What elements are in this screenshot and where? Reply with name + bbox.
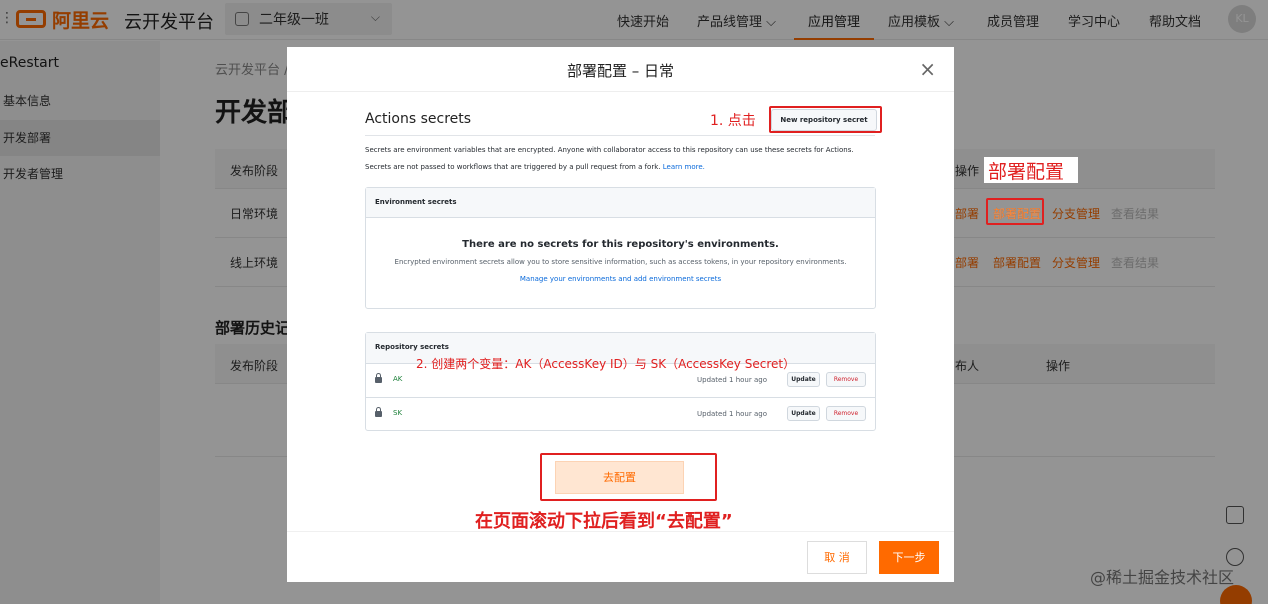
annotation-step2: 2. 创建两个变量：AK（AccessKey ID）与 SK（AccessKey…: [416, 357, 796, 371]
divider: [287, 531, 954, 532]
update-secret-button[interactable]: Update: [787, 406, 820, 421]
lock-icon: [375, 407, 382, 417]
divider: [287, 91, 954, 92]
manage-environments-link[interactable]: Manage your environments and add environ…: [366, 275, 875, 283]
repository-secrets-title: Repository secrets: [375, 343, 449, 351]
secret-name: SK: [393, 409, 403, 417]
environment-secrets-header: Environment secrets: [366, 188, 875, 218]
annotation-scroll-hint: 在页面滚动下拉后看到“去配置”: [475, 511, 733, 532]
watermark: @稀土掘金技术社区: [1090, 568, 1235, 587]
highlight-box-goto-config: [540, 453, 717, 501]
highlight-box-new-secret: [769, 106, 882, 133]
secrets-description: Secrets are environment variables that a…: [365, 146, 854, 154]
fork-note-text: Secrets are not passed to workflows that…: [365, 163, 661, 171]
learn-more-link[interactable]: Learn more.: [663, 163, 705, 171]
close-icon[interactable]: ×: [919, 57, 936, 81]
update-secret-button[interactable]: Update: [787, 372, 820, 387]
divider: [365, 135, 875, 136]
modal-title: 部署配置 – 日常: [566, 62, 675, 80]
annotation-deploy-config: 部署配置: [988, 161, 1065, 183]
lock-icon: [375, 373, 382, 383]
annotation-step1: 1. 点击: [710, 113, 756, 129]
environment-secrets-title: Environment secrets: [375, 198, 457, 206]
repository-secrets-box: Repository secrets AK Updated 1 hour ago…: [365, 332, 876, 431]
cancel-button[interactable]: 取 消: [807, 541, 867, 574]
next-step-button[interactable]: 下一步: [879, 541, 939, 574]
env-empty-description: Encrypted environment secrets allow you …: [394, 258, 847, 266]
secrets-fork-note: Secrets are not passed to workflows that…: [365, 163, 705, 171]
deploy-config-modal: 部署配置 – 日常 × Actions secrets 1. 点击 New re…: [287, 47, 954, 582]
secret-row: SK Updated 1 hour ago Update Remove: [366, 397, 875, 431]
secret-name: AK: [393, 375, 403, 383]
secret-updated: Updated 1 hour ago: [697, 410, 767, 418]
remove-secret-button[interactable]: Remove: [826, 406, 866, 421]
env-empty-title: There are no secrets for this repository…: [462, 239, 779, 250]
deploy-config-link-highlighted[interactable]: 部署配置: [993, 205, 1041, 222]
actions-secrets-heading: Actions secrets: [365, 111, 472, 127]
environment-secrets-box: Environment secrets There are no secrets…: [365, 187, 876, 309]
remove-secret-button[interactable]: Remove: [826, 372, 866, 387]
secret-updated: Updated 1 hour ago: [697, 376, 767, 384]
